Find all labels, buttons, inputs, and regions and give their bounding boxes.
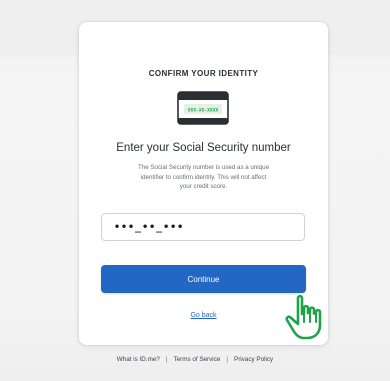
description-line: your credit score. xyxy=(179,183,228,190)
ssn-card-icon: XXX-XX-XXXX xyxy=(177,91,229,125)
card-eyebrow: CONFIRM YOUR IDENTITY xyxy=(148,69,259,78)
ssn-input[interactable]: •••_••_••• xyxy=(101,213,305,241)
footer-separator: | xyxy=(226,356,228,363)
footer-link-privacy[interactable]: Privacy Policy xyxy=(234,356,273,363)
description-text: The Social Security number is used as a … xyxy=(109,163,298,192)
footer-separator: | xyxy=(165,356,168,363)
continue-button[interactable]: Continue xyxy=(101,265,306,293)
continue-button-label: Continue xyxy=(187,274,220,284)
page-background: CONFIRM YOUR IDENTITY XXX-XX-XXXX Enter … xyxy=(0,0,390,381)
footer-link-what-is-idme[interactable]: What is ID.me? xyxy=(117,356,160,363)
page-title: Enter your Social Security number xyxy=(116,142,291,154)
description-line: identifier to confirm identity. This wil… xyxy=(140,173,267,181)
footer-links: What is ID.me? | Terms of Service | Priv… xyxy=(0,356,390,363)
ssn-input-value: •••_••_••• xyxy=(114,221,185,233)
description-line: The Social Security number is used as a … xyxy=(137,164,270,171)
hand-pointer-icon xyxy=(285,294,322,340)
ssn-card-placeholder: XXX-XX-XXXX xyxy=(188,108,219,114)
footer-link-terms[interactable]: Terms of Service xyxy=(173,356,220,363)
